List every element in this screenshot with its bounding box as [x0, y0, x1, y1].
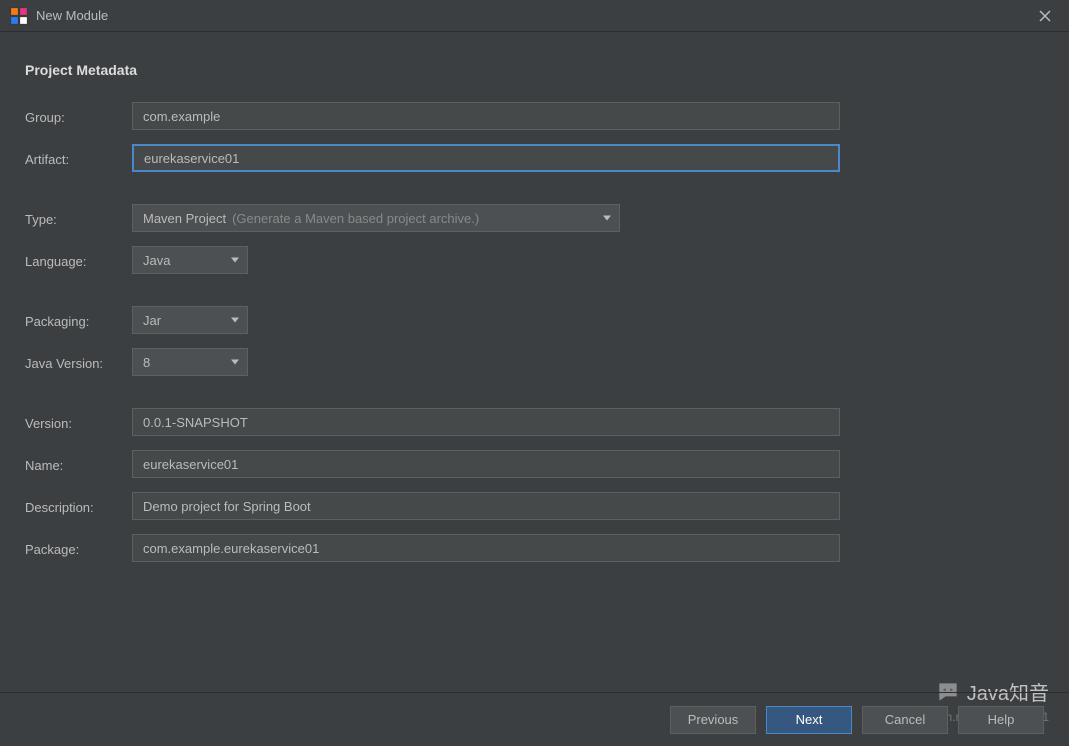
version-input[interactable] [132, 408, 840, 436]
help-button[interactable]: Help [958, 706, 1044, 734]
description-input[interactable] [132, 492, 840, 520]
language-select[interactable]: Java [132, 246, 248, 274]
description-label: Description: [25, 498, 132, 515]
type-hint: (Generate a Maven based project archive.… [232, 211, 479, 226]
package-input[interactable] [132, 534, 840, 562]
form-content: Project Metadata Group: Artifact: Type: … [0, 32, 1069, 562]
version-label: Version: [25, 414, 132, 431]
type-label: Type: [25, 210, 132, 227]
package-label: Package: [25, 540, 132, 557]
java-version-select[interactable]: 8 [132, 348, 248, 376]
java-version-label: Java Version: [25, 354, 132, 371]
artifact-input[interactable] [132, 144, 840, 172]
chevron-down-icon [231, 258, 239, 263]
cancel-button[interactable]: Cancel [862, 706, 948, 734]
language-label: Language: [25, 252, 132, 269]
group-input[interactable] [132, 102, 840, 130]
type-value: Maven Project [143, 211, 226, 226]
name-input[interactable] [132, 450, 840, 478]
group-label: Group: [25, 108, 132, 125]
artifact-label: Artifact: [25, 150, 132, 167]
previous-button[interactable]: Previous [670, 706, 756, 734]
next-button[interactable]: Next [766, 706, 852, 734]
chevron-down-icon [603, 216, 611, 221]
packaging-select[interactable]: Jar [132, 306, 248, 334]
titlebar: New Module [0, 0, 1069, 32]
type-select[interactable]: Maven Project (Generate a Maven based pr… [132, 204, 620, 232]
chevron-down-icon [231, 318, 239, 323]
packaging-label: Packaging: [25, 312, 132, 329]
language-value: Java [143, 253, 170, 268]
java-version-value: 8 [143, 355, 150, 370]
close-icon[interactable] [1031, 2, 1059, 30]
intellij-icon [10, 7, 28, 25]
packaging-value: Jar [143, 313, 161, 328]
window-title: New Module [36, 8, 108, 23]
section-title: Project Metadata [25, 62, 1044, 78]
footer: Previous Next Cancel Help [0, 692, 1069, 746]
chevron-down-icon [231, 360, 239, 365]
name-label: Name: [25, 456, 132, 473]
